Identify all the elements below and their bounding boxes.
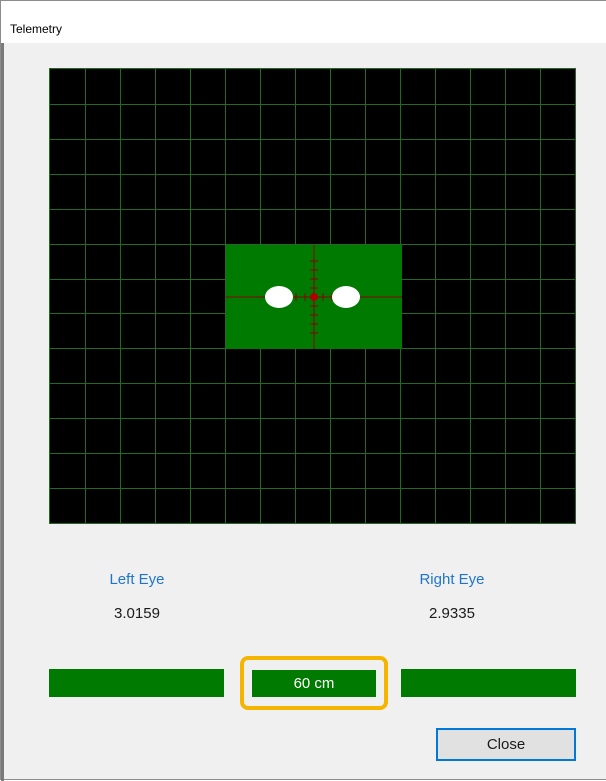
window-left-border: [1, 43, 4, 781]
distance-indicator: 60 cm: [252, 670, 376, 697]
eye-tracking-grid: [49, 68, 576, 524]
close-button[interactable]: Close: [436, 728, 576, 761]
grid-canvas: [50, 69, 575, 523]
left-eye-value: 3.0159: [114, 605, 160, 622]
right-eye-value: 2.9335: [429, 605, 475, 622]
telemetry-window: Telemetry Left Eye 3.0159 Right Eye 2.93…: [0, 0, 606, 781]
window-title: Telemetry: [10, 22, 63, 36]
right-eye-label: Right Eye: [419, 571, 485, 588]
left-distance-bar: [49, 669, 224, 697]
left-eye-marker: [265, 286, 293, 308]
right-distance-bar: [401, 669, 576, 697]
crosshair-center-dot: [310, 293, 318, 301]
left-eye-label: Left Eye: [109, 571, 165, 588]
right-eye-marker: [332, 286, 360, 308]
distance-highlight-box: 60 cm: [240, 656, 388, 710]
title-bar: Telemetry: [1, 1, 606, 43]
